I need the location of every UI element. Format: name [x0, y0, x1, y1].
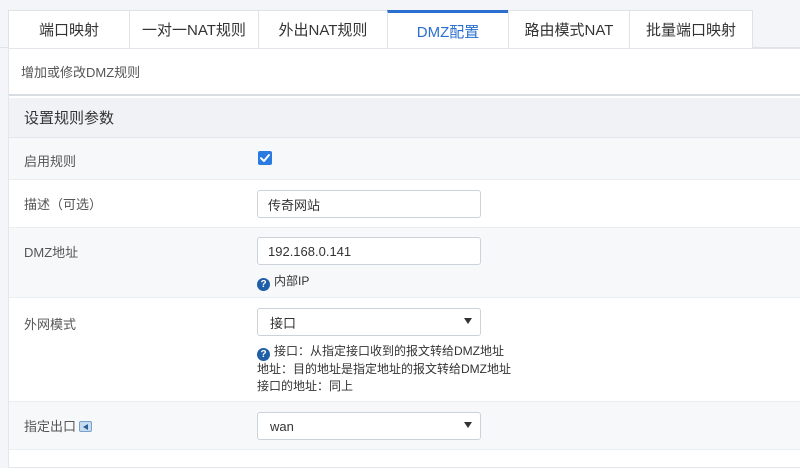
wan-mode-selected-value: 接口 — [270, 315, 297, 331]
breadcrumb: 增加或修改DMZ规则 — [9, 49, 800, 96]
dmz-address-label: DMZ地址 — [24, 245, 79, 260]
dropdown-caret-icon — [464, 318, 472, 324]
tab-bar: 端口映射 一对一NAT规则 外出NAT规则 DMZ配置 路由模式NAT 批量端口… — [0, 10, 800, 49]
section-title: 设置规则参数 — [9, 98, 800, 138]
dmz-panel: 增加或修改DMZ规则 设置规则参数 启用规则 描述（可选） 传奇网站 DMZ地址… — [8, 48, 800, 468]
wan-mode-hint: ? 接口：从指定接口收到的报文转给DMZ地址 地址：目的地址是指定地址的报文转给D… — [257, 343, 511, 395]
tab-dmz-config[interactable]: DMZ配置 — [387, 10, 509, 49]
dmz-address-input[interactable]: 192.168.0.141 — [257, 237, 481, 265]
checkmark-icon — [260, 154, 270, 162]
egress-label: 指定出口 — [24, 416, 93, 435]
dmz-address-hint: ? 内部IP — [257, 273, 309, 291]
wan-mode-select[interactable]: 接口 — [257, 308, 481, 336]
enable-rule-label: 启用规则 — [24, 154, 77, 169]
wan-mode-hint-line: 地址：目的地址是指定地址的报文转给DMZ地址 — [257, 362, 511, 376]
tab-one-to-one-nat[interactable]: 一对一NAT规则 — [129, 10, 259, 48]
egress-select[interactable]: wan — [257, 412, 481, 440]
wan-mode-label: 外网模式 — [24, 317, 77, 332]
back-arrow-icon[interactable] — [79, 421, 93, 432]
tab-label: 端口映射 — [38, 22, 99, 39]
enable-rule-row: 启用规则 — [9, 138, 800, 180]
egress-label-text: 指定出口 — [24, 419, 77, 434]
tab-route-mode-nat[interactable]: 路由模式NAT — [508, 10, 630, 48]
tab-label: DMZ配置 — [416, 23, 480, 41]
description-input[interactable]: 传奇网站 — [257, 190, 481, 218]
tab-batch-port-mapping[interactable]: 批量端口映射 — [629, 10, 753, 48]
enable-rule-checkbox[interactable] — [258, 151, 272, 165]
tab-label: 一对一NAT规则 — [142, 22, 246, 39]
egress-row: 指定出口 wan — [9, 402, 800, 450]
tab-label: 外出NAT规则 — [278, 22, 368, 39]
tab-label: 批量端口映射 — [645, 22, 736, 39]
dropdown-caret-icon — [464, 422, 472, 428]
tab-outbound-nat[interactable]: 外出NAT规则 — [258, 10, 388, 48]
egress-selected-value: wan — [270, 418, 294, 434]
wan-mode-hint-line: ? 接口：从指定接口收到的报文转给DMZ地址 — [257, 343, 511, 361]
description-row: 描述（可选） 传奇网站 — [9, 180, 800, 228]
tab-label: 路由模式NAT — [524, 22, 614, 39]
dmz-address-row: DMZ地址 192.168.0.141 ? 内部IP — [9, 228, 800, 298]
help-icon: ? — [257, 348, 270, 361]
dmz-address-hint-text: 内部IP — [274, 274, 310, 288]
wan-mode-hint-line: 接口的地址：同上 — [257, 379, 354, 393]
wan-mode-row: 外网模式 接口 ? 接口：从指定接口收到的报文转给DMZ地址 地址：目的地址是指定… — [9, 298, 800, 402]
description-label: 描述（可选） — [24, 197, 103, 212]
wan-mode-hint-text: 接口：从指定接口收到的报文转给DMZ地址 — [274, 344, 504, 358]
tab-port-mapping[interactable]: 端口映射 — [8, 10, 130, 48]
help-icon: ? — [257, 278, 270, 291]
